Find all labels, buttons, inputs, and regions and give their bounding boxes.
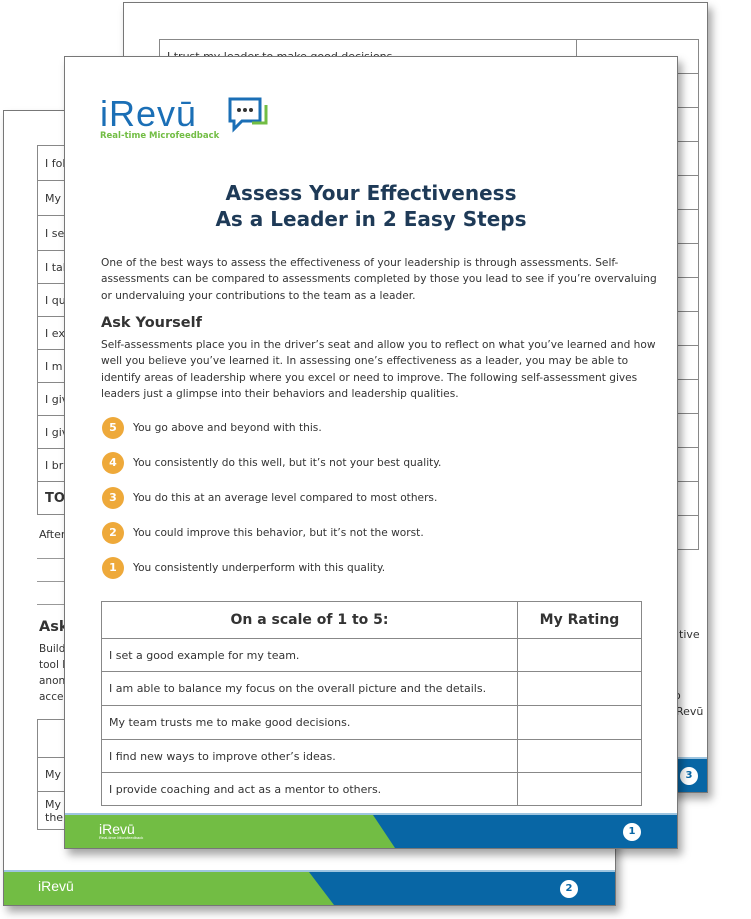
body-line: Build — [39, 643, 66, 655]
chat-bubble-icon — [228, 97, 268, 133]
rating-badge: 2 — [102, 522, 124, 544]
scale-item: 4 You consistently do this well, but it’s… — [102, 452, 441, 474]
footer-logo: iRevū — [38, 878, 74, 894]
scale-item: 3 You do this at an average level compare… — [102, 487, 437, 509]
rating-cell[interactable] — [517, 638, 642, 672]
page2-footer: iRevū 2 — [4, 870, 615, 905]
table-row: I set a good example for my team. — [101, 638, 518, 672]
page1-footer: iRevū Real-time Microfeedback 1 — [65, 813, 677, 848]
body-line: acce — [39, 691, 64, 703]
column-header: On a scale of 1 to 5: — [101, 601, 518, 639]
rating-badge: 1 — [102, 557, 124, 579]
section-paragraph: Self-assessments place you in the driver… — [101, 339, 656, 400]
logo-tagline: Real-time Microfeedback — [100, 131, 220, 141]
scale-item: 5 You go above and beyond with this. — [102, 417, 322, 439]
body-line: anon — [39, 675, 66, 687]
after-text: After — [39, 528, 66, 541]
page-number: 3 — [680, 767, 698, 785]
irevu-logo: iRevū Real-time Microfeedback — [100, 93, 268, 141]
page-title-line-2: As a Leader in 2 Easy Steps — [215, 207, 527, 231]
text-fragment: tive — [679, 628, 700, 641]
footer-logo: iRevū Real-time Microfeedback — [99, 821, 144, 840]
rating-cell[interactable] — [517, 772, 642, 806]
intro-paragraph: One of the best ways to assess the effec… — [101, 257, 657, 302]
rating-badge: 4 — [102, 452, 124, 474]
rating-table: On a scale of 1 to 5: My Rating I set a … — [101, 601, 642, 806]
page-title-line-1: Assess Your Effectiveness — [225, 181, 517, 205]
rating-badge: 3 — [102, 487, 124, 509]
scale-item: 1 You consistently underperform with this… — [102, 557, 385, 579]
rating-cell[interactable] — [517, 739, 642, 773]
page-1: iRevū Real-time Microfeedback Assess You… — [64, 56, 678, 849]
scale-item: 2 You could improve this behavior, but it… — [102, 522, 424, 544]
table-row: I provide coaching and act as a mentor t… — [101, 772, 518, 806]
text-fragment: Revū — [676, 705, 704, 718]
page-number: 2 — [560, 880, 578, 898]
table-row: I am able to balance my focus on the ove… — [101, 671, 518, 706]
column-header: My Rating — [517, 601, 642, 639]
rating-cell[interactable] — [517, 705, 642, 740]
section-heading: Ask Yourself — [101, 315, 202, 331]
table-row: I find new ways to improve other’s ideas… — [101, 739, 518, 773]
rating-badge: 5 — [102, 417, 124, 439]
table-row: My team trusts me to make good decisions… — [101, 705, 518, 740]
page-number: 1 — [623, 823, 641, 841]
body-line: tool l — [39, 659, 66, 671]
rating-cell[interactable] — [517, 671, 642, 706]
